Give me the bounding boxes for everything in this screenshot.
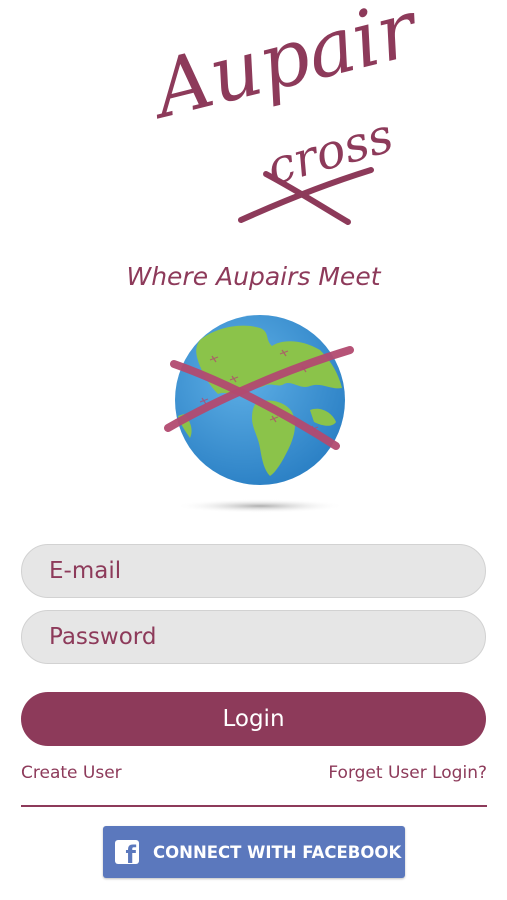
forgot-login-link[interactable]: Forget User Login? [328,763,487,783]
facebook-button-label: CONNECT WITH FACEBOOK [153,842,402,862]
password-field[interactable]: Password [21,610,486,664]
login-button[interactable]: Login [21,692,486,746]
connect-facebook-button[interactable]: f CONNECT WITH FACEBOOK [103,826,405,878]
login-button-label: Login [222,706,285,732]
tagline: Where Aupairs Meet [126,262,381,291]
email-placeholder: E-mail [49,558,122,584]
divider [21,805,487,807]
app-logo: Aupair cross [126,0,425,232]
create-user-link[interactable]: Create User [21,763,122,783]
globe-with-cross-icon [164,315,354,513]
logo-cross-mark-icon [238,167,374,225]
password-placeholder: Password [49,624,157,650]
facebook-f-icon: f [115,840,139,867]
globe-illustration [160,310,360,520]
email-field[interactable]: E-mail [21,544,486,598]
